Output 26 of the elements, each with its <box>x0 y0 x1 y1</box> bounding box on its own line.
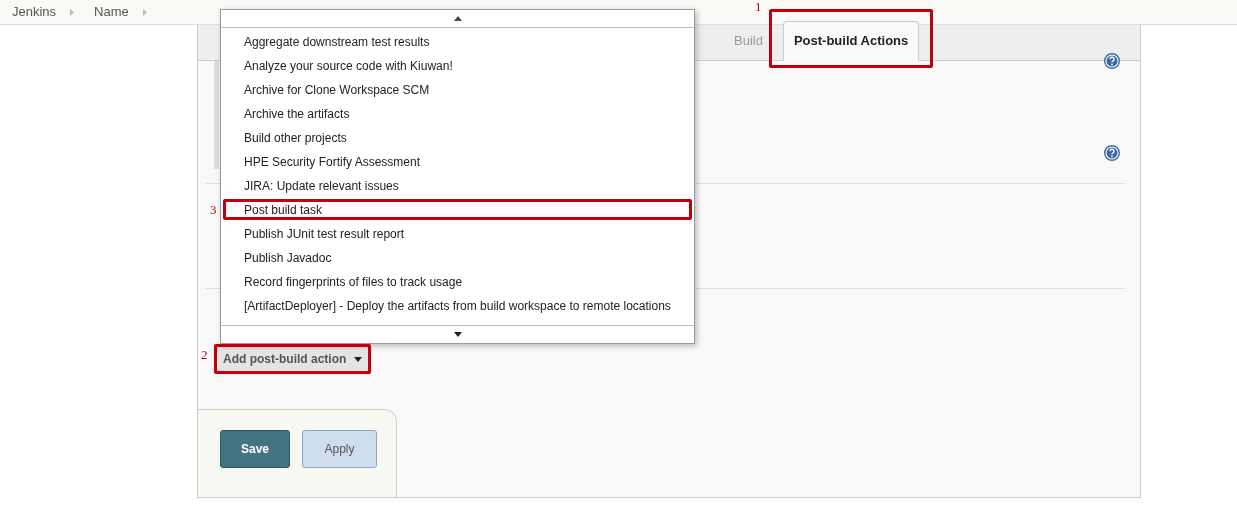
annotation-number: 1 <box>754 0 762 16</box>
menu-item[interactable]: [ArtifactDeployer] - Deploy the artifacts from build workspace to remote locations <box>221 294 694 318</box>
menu-item[interactable]: Analyze your source code with Kiuwan! <box>221 54 694 78</box>
menu-item[interactable]: Post build task <box>221 198 694 222</box>
menu-item[interactable]: Publish JUnit test result report <box>221 222 694 246</box>
scroll-up-icon[interactable] <box>453 16 462 21</box>
menu-item[interactable]: Archive the artifacts <box>221 102 694 126</box>
save-button[interactable]: Save <box>220 430 290 468</box>
caret-icon <box>354 356 363 362</box>
help-icon[interactable] <box>1104 145 1120 161</box>
tab[interactable]: Post-build Actions <box>782 20 920 61</box>
apply-button[interactable]: Apply <box>302 430 377 468</box>
menu-item[interactable]: Publish Javadoc <box>221 246 694 270</box>
menu-item[interactable]: Record fingerprints of files to track usage <box>221 270 694 294</box>
menu-item[interactable]: JIRA: Update relevant issues <box>221 174 694 198</box>
scroll-down-icon[interactable] <box>453 332 462 337</box>
menu-item[interactable]: Aggregate downstream test results <box>221 30 694 54</box>
annotation-number: 3 <box>210 201 217 219</box>
add-post-build-action-button[interactable]: Add post-build action <box>216 346 370 372</box>
breadcrumb-link[interactable]: Jenkins <box>12 2 57 22</box>
menu-item[interactable]: Archive for Clone Workspace SCM <box>221 78 694 102</box>
breadcrumb-link[interactable]: Name <box>94 2 129 22</box>
menu-item[interactable]: Build other projects <box>221 126 694 150</box>
menu-item[interactable]: HPE Security Fortify Assessment <box>221 150 694 174</box>
annotation-number: 2 <box>201 346 208 364</box>
help-icon[interactable] <box>1104 53 1120 69</box>
